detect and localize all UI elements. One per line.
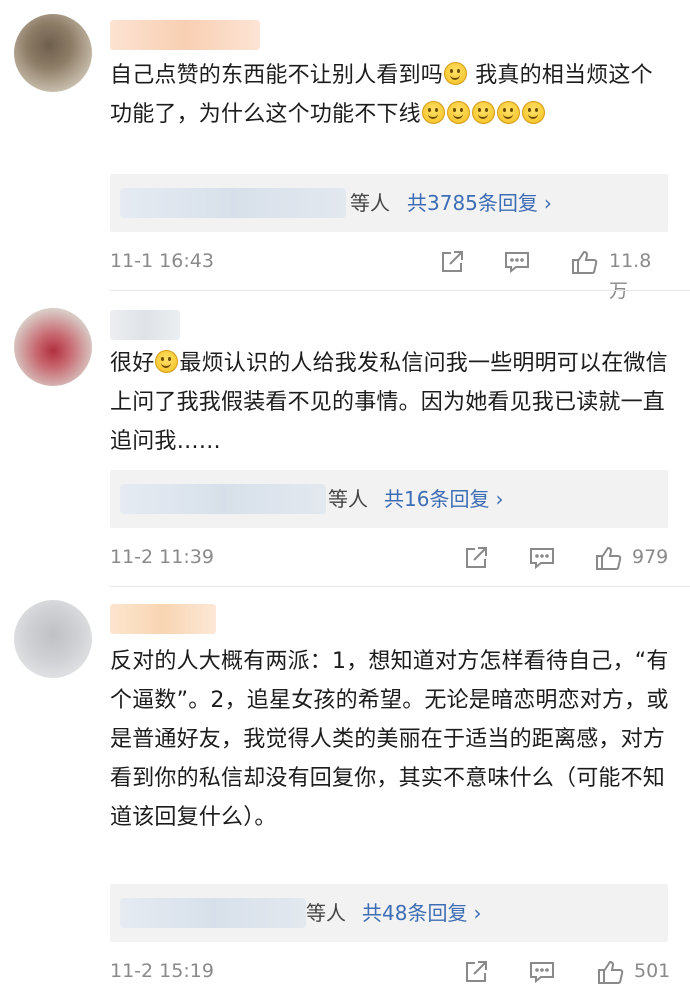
chevron-right-icon: › (495, 487, 504, 511)
timestamp: 11-2 15:19 (110, 960, 214, 982)
share-icon[interactable] (462, 958, 490, 986)
comment-meta: 11-1 16:43 11.8万 (110, 246, 670, 302)
reply-suffix: 等人 (328, 487, 368, 511)
comment-text: 反对的人大概有两派：1，想知道对方怎样看待自己，“有个逼数”。2，追星女孩的希望… (110, 649, 669, 830)
divider (110, 290, 690, 291)
avatar[interactable] (14, 308, 92, 386)
comment-item: 很好 最烦认识的人给我发私信问我一些明明可以在微信上问了我我假装看不见的事情。因为… (0, 292, 690, 588)
share-icon[interactable] (438, 248, 466, 276)
thumbs-up-icon[interactable] (570, 248, 598, 276)
thumbs-up-icon[interactable] (596, 958, 624, 986)
comment-meta: 11-2 11:39 979 (110, 542, 670, 572)
smiley-emoji-icon (471, 101, 495, 124)
comment-text: 很好 最烦认识的人给我发私信问我一些明明可以在微信上问了我我假装看不见的事情。因为… (110, 344, 670, 461)
comment-meta: 11-2 15:19 501 (110, 956, 670, 986)
avatar[interactable] (14, 14, 92, 92)
thumbs-up-icon[interactable] (594, 544, 622, 572)
comment-item: 反对的人大概有两派：1，想知道对方怎样看待自己，“有个逼数”。2，追星女孩的希望… (0, 588, 690, 1000)
reply-summary[interactable]: 等人 共16条回复 › (110, 470, 668, 528)
reply-count-link[interactable]: 共16条回复 › (384, 484, 503, 514)
chevron-right-icon: › (543, 191, 552, 215)
avatar[interactable] (14, 600, 92, 678)
username-blurred[interactable] (110, 604, 216, 634)
divider (110, 586, 690, 587)
reply-count-label: 共48条回复 (362, 901, 468, 925)
smiley-emoji-icon (155, 350, 179, 373)
comment-icon[interactable] (503, 248, 531, 276)
reply-count-link[interactable]: 共3785条回复 › (407, 188, 552, 218)
reply-suffix: 等人 (350, 191, 390, 215)
like-count: 501 (634, 960, 671, 982)
reply-summary[interactable]: 等人 共3785条回复 › (110, 174, 668, 232)
smiley-emoji-icon (421, 101, 445, 124)
reply-summary[interactable]: 等人 共48条回复 › (110, 884, 668, 942)
reply-count-link[interactable]: 共48条回复 › (362, 898, 481, 928)
replier-names-blurred (120, 188, 346, 218)
comment-text-part: 最烦认识的人给我发私信问我一些明明可以在微信上问了我我假装看不见的事情。因为她看… (110, 351, 668, 454)
replier-names-blurred (120, 484, 326, 514)
smiley-emoji-icon (446, 101, 470, 124)
reply-count-label: 共3785条回复 (407, 191, 538, 215)
comment-text-part: 自己点赞的东西能不让别人看到吗 (110, 63, 444, 88)
reply-suffix: 等人 (306, 901, 346, 925)
username-blurred[interactable] (110, 310, 180, 340)
replier-names-blurred (120, 898, 306, 928)
timestamp: 11-2 11:39 (110, 546, 214, 568)
timestamp: 11-1 16:43 (110, 250, 214, 272)
comment-text-part: 很好 (110, 351, 155, 376)
smiley-emoji-icon (521, 101, 545, 124)
reply-count-label: 共16条回复 (384, 487, 490, 511)
username-blurred[interactable] (110, 20, 260, 50)
smiley-emoji-icon (444, 62, 468, 85)
comment-icon[interactable] (528, 958, 556, 986)
comment-icon[interactable] (528, 544, 556, 572)
comment-item: 自己点赞的东西能不让别人看到吗 我真的相当烦这个功能了，为什么这个功能不下线 等… (0, 0, 690, 302)
share-icon[interactable] (462, 544, 490, 572)
chevron-right-icon: › (473, 901, 482, 925)
like-count: 979 (632, 546, 669, 568)
smiley-emoji-icon (496, 101, 520, 124)
comment-text: 自己点赞的东西能不让别人看到吗 我真的相当烦这个功能了，为什么这个功能不下线 (110, 56, 670, 134)
